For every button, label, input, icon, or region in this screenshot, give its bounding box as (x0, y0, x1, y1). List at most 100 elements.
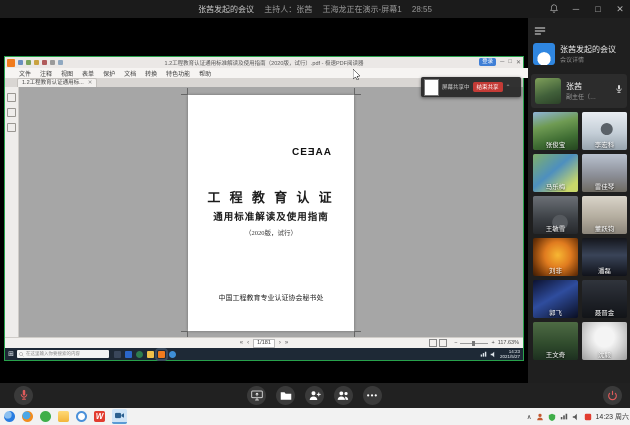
members-button[interactable] (334, 386, 353, 405)
network-icon[interactable] (480, 351, 487, 358)
invite-button[interactable] (305, 386, 324, 405)
minimize-button[interactable]: ─ (570, 4, 582, 14)
firefox-app-icon[interactable] (22, 411, 33, 422)
menu-document[interactable]: 文档 (124, 69, 136, 78)
share-screen-button[interactable] (247, 386, 266, 405)
tray-expand-icon[interactable]: ∧ (527, 413, 532, 421)
ceeaa-logo: CEƎAA (292, 147, 332, 158)
overlay-expand-icon[interactable]: ⌃ (506, 84, 511, 91)
browser-app-icon[interactable] (4, 411, 15, 422)
microphone-button[interactable] (14, 386, 33, 405)
documents-button[interactable] (276, 386, 295, 405)
meeting-duration: 28:55 (412, 5, 432, 14)
participant-tile[interactable]: 聂晋金 (582, 280, 627, 318)
participant-tile[interactable]: 马乐梅 (533, 154, 578, 192)
file-explorer-icon[interactable] (147, 351, 154, 358)
host-label: 主持人：张茜 (264, 5, 312, 14)
task-view-icon[interactable] (114, 351, 121, 358)
more-button[interactable]: ••• (363, 386, 382, 405)
pdf-maximize-button[interactable]: □ (508, 59, 512, 65)
maximize-button[interactable]: □ (592, 4, 604, 14)
pinned-avatar (535, 78, 561, 104)
participant-tile[interactable]: 张俊宝 (533, 112, 578, 150)
folder-app-icon[interactable] (58, 411, 69, 422)
tray-person-icon[interactable] (536, 413, 544, 421)
participant-name: 王文奇 (533, 349, 578, 359)
menu-form[interactable]: 表单 (82, 69, 94, 78)
people-icon (337, 390, 350, 401)
pdf-reader-taskbar-icon[interactable] (158, 351, 165, 358)
menu-features[interactable]: 特色功能 (166, 69, 190, 78)
menu-file[interactable]: 文件 (19, 69, 31, 78)
share-screen-icon (251, 390, 263, 401)
participant-tile[interactable]: 王文奇 (533, 322, 578, 360)
menu-convert[interactable]: 转换 (145, 69, 157, 78)
pdf-side-rail[interactable] (5, 87, 19, 338)
windows-search-input[interactable]: 在这里输入你要搜索的内容 (17, 350, 109, 358)
tray-network-icon[interactable] (560, 413, 568, 421)
next-page-button[interactable]: › (279, 340, 281, 346)
participant-tile[interactable]: 沈毅 (582, 322, 627, 360)
menu-view[interactable]: 视图 (61, 69, 73, 78)
participant-tile[interactable]: 董跃钧 (582, 196, 627, 234)
zoom-in-button[interactable]: + (491, 340, 494, 346)
host-taskbar: W ∧ 14:23 周六 (0, 408, 630, 425)
meeting-app-taskbar-icon[interactable] (112, 409, 127, 424)
pin-icon[interactable] (548, 3, 560, 16)
participants-sidebar: 张茜发起的会议 会议详情 张茜 副主任（… 张俊宝 李宏科 马乐梅 雷佳琴 王敏… (528, 18, 630, 383)
app-icon-green[interactable] (136, 351, 143, 358)
zoom-slider[interactable] (460, 343, 488, 344)
meeting-avatar (533, 43, 555, 65)
pdf-close-button[interactable]: ✕ (516, 59, 521, 66)
pdf-page: CEƎAA 工 程 教 育 认 证 通用标准解读及使用指南 （2020版，试行）… (188, 95, 354, 331)
tray-shield-icon[interactable] (548, 413, 556, 421)
search-app-icon[interactable] (76, 411, 87, 422)
meeting-info-row[interactable]: 张茜发起的会议 会议详情 (533, 40, 627, 68)
participant-name: 郭飞 (533, 307, 578, 317)
participant-tile[interactable]: 王敏雪 (533, 196, 578, 234)
participant-tile[interactable]: 潘磊 (582, 238, 627, 276)
camera-icon (115, 412, 124, 419)
participant-tile[interactable]: 郭飞 (533, 280, 578, 318)
pdf-document-tab[interactable]: 1.2工程教育认证通用标... ✕ (17, 78, 97, 87)
sidebar-meeting-title: 张茜发起的会议 (560, 45, 616, 55)
close-button[interactable]: ✕ (614, 4, 626, 15)
browser-icon[interactable] (169, 351, 176, 358)
sidebar-collapse-icon[interactable] (534, 23, 546, 41)
pdf-minimize-button[interactable]: ─ (500, 59, 504, 65)
pinned-role: 副主任（… (566, 92, 596, 101)
page-number-box[interactable]: 1/181 (253, 339, 275, 348)
share-preview-thumbnail (424, 79, 439, 96)
participant-tile[interactable]: 李宏科 (582, 112, 627, 150)
end-meeting-button[interactable] (603, 386, 622, 405)
meeting-title: 张茜发起的会议 (198, 5, 254, 14)
pinned-speaker-card[interactable]: 张茜 副主任（… (531, 74, 627, 108)
tab-close-icon[interactable]: ✕ (88, 79, 93, 87)
tray-app-red-icon[interactable] (584, 413, 592, 421)
person-plus-icon (309, 390, 321, 401)
volume-icon[interactable] (490, 351, 497, 358)
power-icon (607, 390, 618, 402)
zoom-out-button[interactable]: − (454, 340, 457, 346)
first-page-button[interactable]: « (240, 340, 243, 346)
menu-protect[interactable]: 保护 (103, 69, 115, 78)
participant-tile[interactable]: 刘非 (533, 238, 578, 276)
prev-page-button[interactable]: ‹ (247, 340, 249, 346)
pdf-quick-toolbar[interactable] (18, 60, 63, 65)
tray-volume-icon[interactable] (572, 413, 580, 421)
view-mode-icons[interactable] (429, 339, 447, 347)
pdf-document-area[interactable]: CEƎAA 工 程 教 育 认 证 通用标准解读及使用指南 （2020版，试行）… (19, 87, 523, 338)
shared-clock[interactable]: 14:23 2021/5/27 (500, 349, 520, 359)
menu-help[interactable]: 帮助 (199, 69, 211, 78)
wps-app-icon[interactable]: W (94, 411, 105, 422)
menu-annotate[interactable]: 注释 (40, 69, 52, 78)
start-button[interactable]: ⊞ (5, 350, 17, 358)
host-clock[interactable]: 14:23 周六 (596, 412, 629, 422)
green-app-icon[interactable] (40, 411, 51, 422)
stop-sharing-button[interactable]: 结束共享 (473, 82, 503, 92)
shared-windows-taskbar: ⊞ 在这里输入你要搜索的内容 14:23 (5, 348, 523, 360)
pdf-login-button[interactable]: 登录 (479, 58, 496, 66)
last-page-button[interactable]: » (285, 340, 288, 346)
participant-tile[interactable]: 雷佳琴 (582, 154, 627, 192)
word-app-icon[interactable] (125, 351, 132, 358)
